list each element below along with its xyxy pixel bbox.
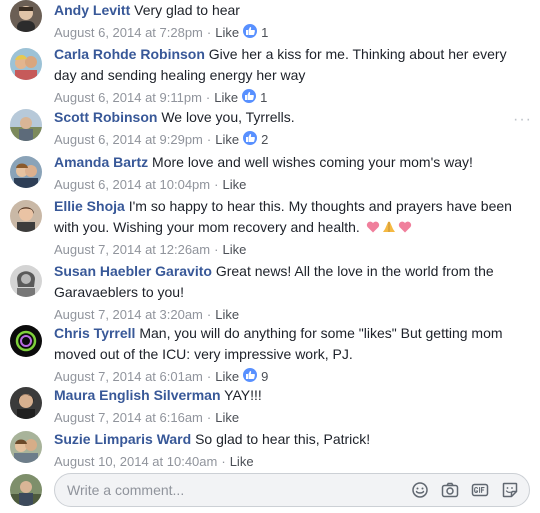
emoji-icon[interactable]	[411, 481, 429, 499]
reaction-count[interactable]: 1	[258, 25, 268, 40]
comment-timestamp[interactable]: August 6, 2014 at 9:11pm	[54, 90, 202, 105]
like-button[interactable]: Like	[222, 242, 246, 257]
like-button[interactable]: Like	[222, 177, 246, 192]
comment-author[interactable]: Maura English Silverman	[54, 387, 221, 403]
pink-heart-icon	[366, 219, 380, 233]
like-reaction-icon[interactable]	[242, 130, 259, 146]
comment-composer	[10, 473, 530, 507]
reaction-count[interactable]: 1	[257, 90, 267, 105]
comment-author[interactable]: Suzie Limparis Ward	[54, 431, 191, 447]
comment-text: YAY!!!	[224, 387, 262, 403]
pink-heart-icon	[398, 219, 412, 233]
avatar[interactable]	[10, 431, 42, 463]
reaction-count[interactable]: 9	[258, 369, 268, 384]
comment-timestamp[interactable]: August 6, 2014 at 10:04pm	[54, 177, 210, 192]
comment-timestamp[interactable]: August 7, 2014 at 12:26am	[54, 242, 210, 257]
comment-timestamp[interactable]: August 6, 2014 at 7:28pm	[54, 25, 203, 40]
current-user-avatar[interactable]	[10, 474, 42, 506]
like-reaction-icon[interactable]	[241, 88, 258, 104]
avatar[interactable]	[10, 156, 42, 188]
like-button[interactable]: Like	[215, 25, 239, 40]
like-button[interactable]: Like	[215, 132, 239, 147]
like-button[interactable]: Like	[215, 307, 239, 322]
comment-timestamp[interactable]: August 7, 2014 at 3:20am	[54, 307, 203, 322]
comment-author[interactable]: Susan Haebler Garavito	[54, 263, 212, 279]
comment-input[interactable]	[67, 474, 387, 506]
avatar[interactable]	[10, 109, 42, 141]
comment-author[interactable]: Scott Robinson	[54, 109, 157, 125]
sticker-icon[interactable]	[501, 481, 519, 499]
avatar[interactable]	[10, 200, 42, 232]
comment-text: More love and well wishes coming your mo…	[152, 154, 473, 170]
like-button[interactable]: Like	[214, 90, 238, 105]
like-button[interactable]: Like	[215, 410, 239, 425]
comment-text: Very glad to hear	[134, 2, 240, 18]
gif-icon[interactable]	[471, 481, 489, 499]
avatar[interactable]	[10, 265, 42, 297]
comment-timestamp[interactable]: August 6, 2014 at 9:29pm	[54, 132, 203, 147]
avatar[interactable]	[10, 387, 42, 419]
comment-author[interactable]: Carla Rohde Robinson	[54, 46, 205, 62]
comment-text: We love you, Tyrrells.	[161, 109, 295, 125]
more-options-icon[interactable]: ···	[513, 111, 532, 129]
comment-author[interactable]: Andy Levitt	[54, 2, 130, 18]
like-reaction-icon[interactable]	[242, 367, 259, 383]
praying-hands-icon	[382, 219, 396, 233]
comment-author[interactable]: Amanda Bartz	[54, 154, 148, 170]
like-button[interactable]: Like	[215, 369, 239, 384]
comment-author[interactable]: Ellie Shoja	[54, 198, 125, 214]
avatar[interactable]	[10, 0, 42, 32]
like-reaction-icon[interactable]	[242, 23, 259, 39]
comment-timestamp[interactable]: August 10, 2014 at 10:40am	[54, 454, 217, 469]
comment-text: So glad to hear this, Patrick!	[195, 431, 371, 447]
avatar[interactable]	[10, 48, 42, 80]
like-button[interactable]: Like	[230, 454, 254, 469]
comment-box[interactable]	[54, 473, 530, 507]
comment-timestamp[interactable]: August 7, 2014 at 6:16am	[54, 410, 203, 425]
avatar[interactable]	[10, 325, 42, 357]
camera-icon[interactable]	[441, 481, 459, 499]
reaction-count[interactable]: 2	[258, 132, 268, 147]
comment-timestamp[interactable]: August 7, 2014 at 6:01am	[54, 369, 203, 384]
comment-author[interactable]: Chris Tyrrell	[54, 325, 135, 341]
